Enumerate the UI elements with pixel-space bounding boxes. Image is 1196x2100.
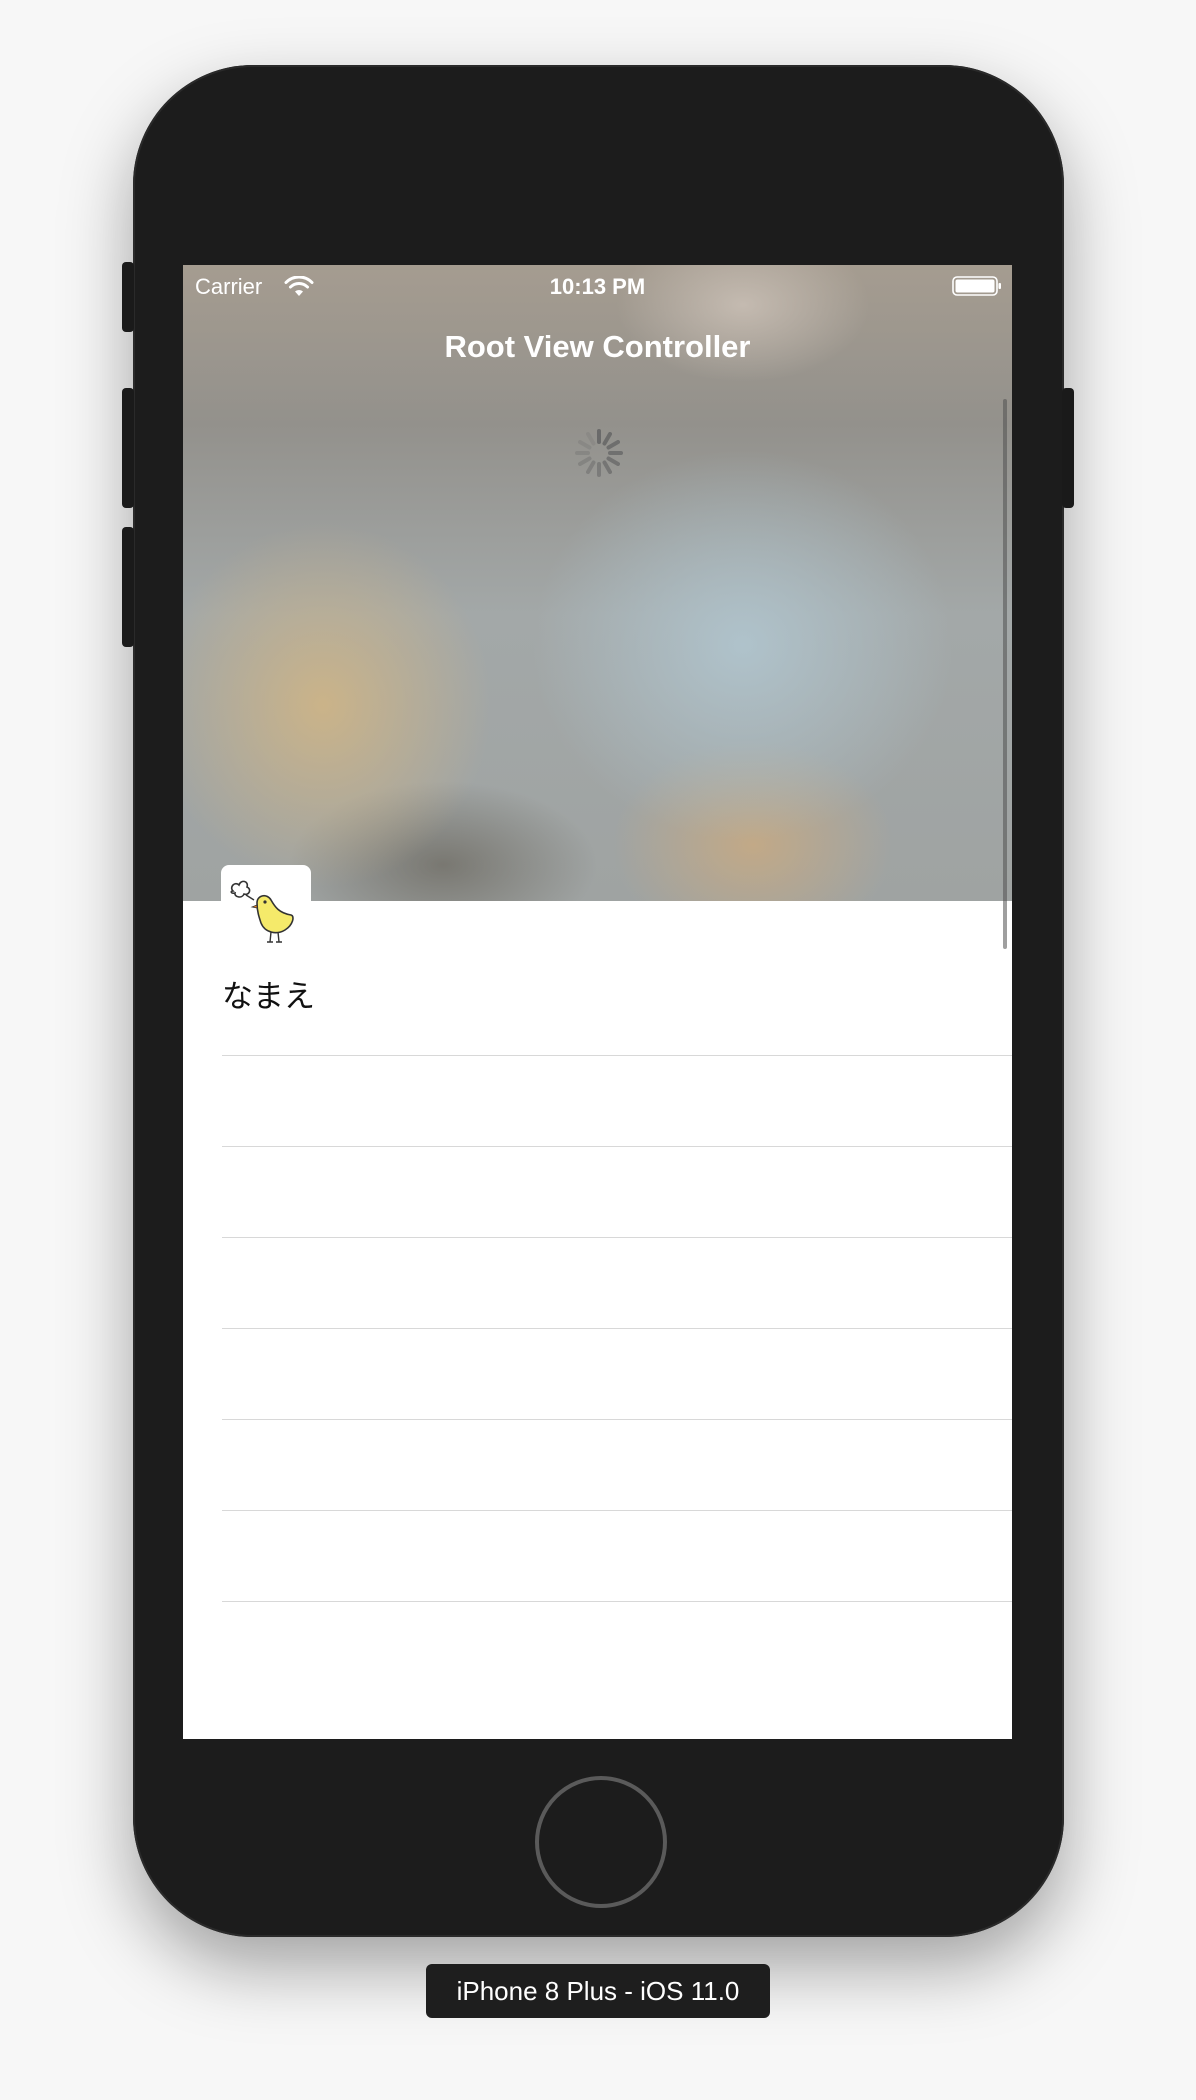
table-row[interactable]	[222, 1329, 1012, 1420]
home-button[interactable]	[535, 1776, 667, 1908]
table-row[interactable]	[222, 1420, 1012, 1511]
status-time: 10:13 PM	[549, 274, 646, 299]
table-row[interactable]	[222, 1147, 1012, 1238]
simulator-device-label: iPhone 8 Plus - iOS 11.0	[426, 1964, 770, 2018]
chick-icon	[230, 880, 294, 943]
vertical-scroll-indicator[interactable]	[1003, 399, 1007, 949]
navigation-title: Root View Controller	[444, 329, 751, 364]
table-row[interactable]	[222, 1056, 1012, 1147]
table-row[interactable]	[222, 1238, 1012, 1329]
mute-switch	[122, 262, 134, 332]
volume-down-button	[122, 527, 134, 647]
table-row[interactable]	[222, 1511, 1012, 1602]
device-screen: Carrier 10:13 PM Root View Controller なま…	[183, 265, 1012, 1739]
volume-up-button	[122, 388, 134, 508]
battery-icon	[952, 276, 1001, 296]
simulator-stage: Carrier 10:13 PM Root View Controller なま…	[0, 0, 1196, 2100]
status-bar: Carrier 10:13 PM	[183, 265, 1012, 307]
profile-avatar[interactable]	[221, 865, 311, 955]
table-row[interactable]	[222, 965, 1012, 1056]
power-button	[1062, 388, 1074, 508]
activity-spinner-icon	[575, 429, 623, 477]
